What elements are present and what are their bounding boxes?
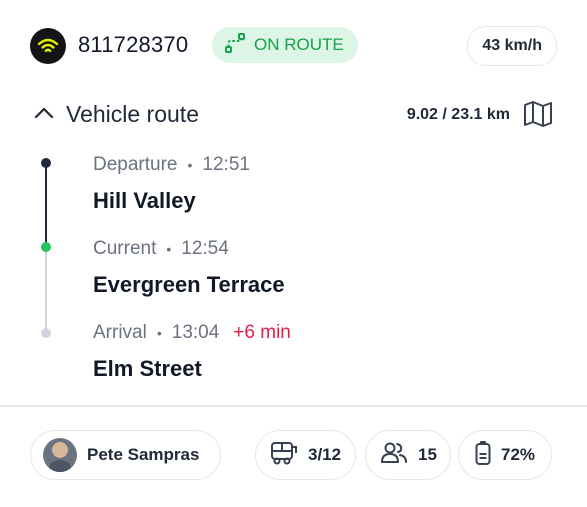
stop-dot-current [41, 242, 51, 252]
route-icon [224, 32, 246, 59]
stop-current: Current • 12:54 Evergreen Terrace [93, 238, 285, 298]
users-icon [380, 441, 408, 470]
speed-badge: 43 km/h [467, 26, 557, 66]
separator-dot: • [156, 325, 162, 341]
stop-type: Current [93, 238, 157, 259]
stop-time: 12:51 [202, 154, 250, 175]
status-label: ON ROUTE [254, 35, 344, 54]
seats-chip[interactable]: 3/12 [255, 430, 356, 480]
battery-value: 72% [501, 445, 536, 464]
stop-type: Departure [93, 154, 178, 175]
vehicle-footer: Pete Sampras 3/12 15 72% [30, 430, 570, 482]
seats-value: 3/12 [308, 445, 342, 464]
route-distance: 9.02 / 23.1 km [406, 106, 510, 123]
stop-name: Hill Valley [93, 188, 196, 213]
divider [0, 405, 587, 407]
separator-dot: • [187, 157, 193, 173]
route-title: Vehicle route [66, 101, 199, 127]
battery-icon [475, 440, 491, 471]
stop-type: Arrival [93, 322, 147, 343]
route-section-header[interactable]: Vehicle route 9.02 / 23.1 km [34, 98, 554, 132]
stop-name: Evergreen Terrace [93, 272, 285, 297]
chevron-up-icon[interactable] [34, 106, 54, 125]
stop-departure: Departure • 12:51 Hill Valley [93, 154, 250, 214]
driver-name: Pete Sampras [87, 445, 200, 464]
timeline-line-completed [45, 163, 47, 247]
route-timeline: Departure • 12:51 Hill Valley Current • … [40, 150, 560, 390]
delay-badge: +6 min [233, 322, 291, 343]
wifi-icon [30, 28, 66, 64]
stop-dot-departure [41, 158, 51, 168]
stop-time: 13:04 [171, 322, 220, 343]
stop-dot-arrival [41, 328, 51, 338]
driver-chip[interactable]: Pete Sampras [30, 430, 221, 480]
stop-arrival: Arrival • 13:04 +6 min Elm Street [93, 322, 291, 382]
map-icon[interactable] [522, 100, 554, 133]
stop-time: 12:54 [181, 238, 229, 259]
status-badge: ON ROUTE [212, 27, 358, 63]
passengers-value: 15 [418, 445, 437, 464]
passengers-chip[interactable]: 15 [365, 430, 451, 480]
vehicle-id: 811728370 [78, 32, 189, 57]
stop-name: Elm Street [93, 356, 202, 381]
bus-icon [270, 440, 298, 471]
separator-dot: • [166, 241, 172, 257]
vehicle-header: 811728370 ON ROUTE 43 km/h [30, 26, 557, 66]
timeline-line-pending [45, 247, 47, 333]
battery-chip[interactable]: 72% [458, 430, 552, 480]
avatar [43, 438, 77, 472]
